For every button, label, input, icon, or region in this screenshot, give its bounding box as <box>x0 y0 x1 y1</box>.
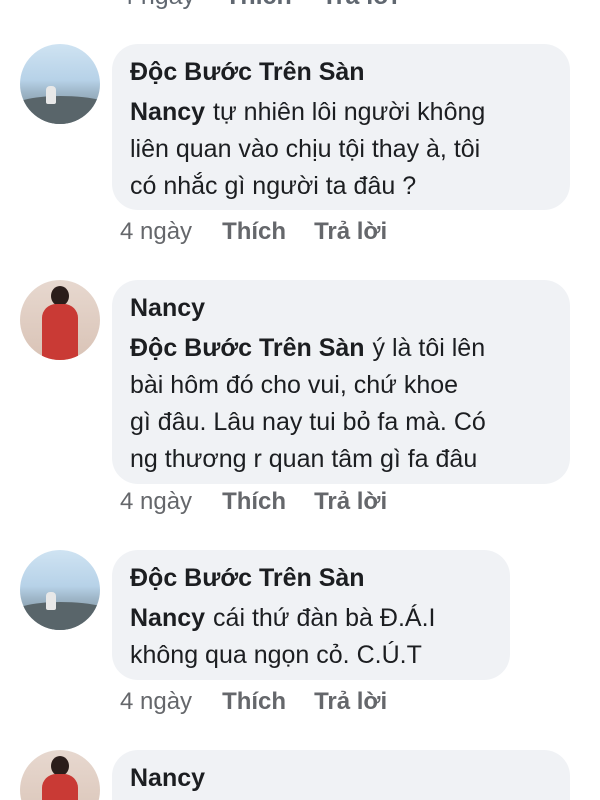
comment-line: ng thương r quan tâm gì fa đâu <box>130 445 478 473</box>
avatar[interactable] <box>20 550 100 630</box>
like-button[interactable]: Thích <box>225 0 292 11</box>
comment-text: Nancy cái thứ đàn bà Đ.Á.I không qua ngọn… <box>130 600 492 674</box>
avatar[interactable] <box>20 750 100 800</box>
reply-button[interactable]: Trả lời <box>314 218 387 246</box>
comment-text: Nancy tự nhiên lôi người không liên quan … <box>130 94 552 205</box>
comment-text: Độc Bước Trên Sàn ý là tôi lên bài hôm đó… <box>130 330 552 478</box>
comment-bubble: Độc Bước Trên Sàn Nancy cái thứ đàn bà Đ.… <box>112 550 510 680</box>
comment-bubble: Nancy Độc Bước Trên Sàn ý là tôi lên bài … <box>112 280 570 484</box>
like-button[interactable]: Thích <box>222 488 286 516</box>
comment-author[interactable]: Độc Bước Trên Sàn <box>130 56 552 88</box>
reply-button[interactable]: Trả lời <box>322 0 398 11</box>
comment-time[interactable]: 4 ngày <box>120 218 192 246</box>
mention-link[interactable]: Nancy <box>130 604 205 632</box>
mention-link[interactable]: Độc Bước Trên Sàn <box>130 334 365 362</box>
comment-line: bài hôm đó cho vui, chứ khoe <box>130 371 459 399</box>
comment-bubble: Nancy <box>112 750 570 800</box>
mention-link[interactable]: Nancy <box>130 98 205 126</box>
comment-actions-partial: 4 ngày Thích Trả lời <box>120 0 398 11</box>
comment-actions: 4 ngày Thích Trả lời <box>120 218 415 246</box>
comment-line: ý là tôi lên <box>372 334 486 362</box>
comment-line: liên quan vào chịu tội thay à, tôi <box>130 135 481 163</box>
reply-button[interactable]: Trả lời <box>314 688 387 716</box>
avatar[interactable] <box>20 44 100 124</box>
comment-author[interactable]: Nancy <box>130 762 552 794</box>
like-button[interactable]: Thích <box>222 218 286 246</box>
comment-line: cái thứ đàn bà Đ.Á.I <box>213 604 436 632</box>
comment-time[interactable]: 4 ngày <box>120 0 195 11</box>
comment-author[interactable]: Độc Bước Trên Sàn <box>130 562 492 594</box>
comment-time[interactable]: 4 ngày <box>120 688 192 716</box>
comment-line: tự nhiên lôi người không <box>213 98 486 126</box>
comment-line: có nhắc gì người ta đâu ? <box>130 172 417 200</box>
comment-actions: 4 ngày Thích Trả lời <box>120 488 415 516</box>
comment-actions: 4 ngày Thích Trả lời <box>120 688 415 716</box>
avatar[interactable] <box>20 280 100 360</box>
comment-line: gì đâu. Lâu nay tui bỏ fa mà. Có <box>130 408 486 436</box>
comment-thread: 4 ngày Thích Trả lời Độc Bước Trên Sàn N… <box>0 0 600 800</box>
comment-time[interactable]: 4 ngày <box>120 488 192 516</box>
comment-line: không qua ngọn cỏ. C.Ú.T <box>130 641 422 669</box>
like-button[interactable]: Thích <box>222 688 286 716</box>
reply-button[interactable]: Trả lời <box>314 488 387 516</box>
comment-author[interactable]: Nancy <box>130 292 552 324</box>
comment-bubble: Độc Bước Trên Sàn Nancy tự nhiên lôi ngườ… <box>112 44 570 210</box>
